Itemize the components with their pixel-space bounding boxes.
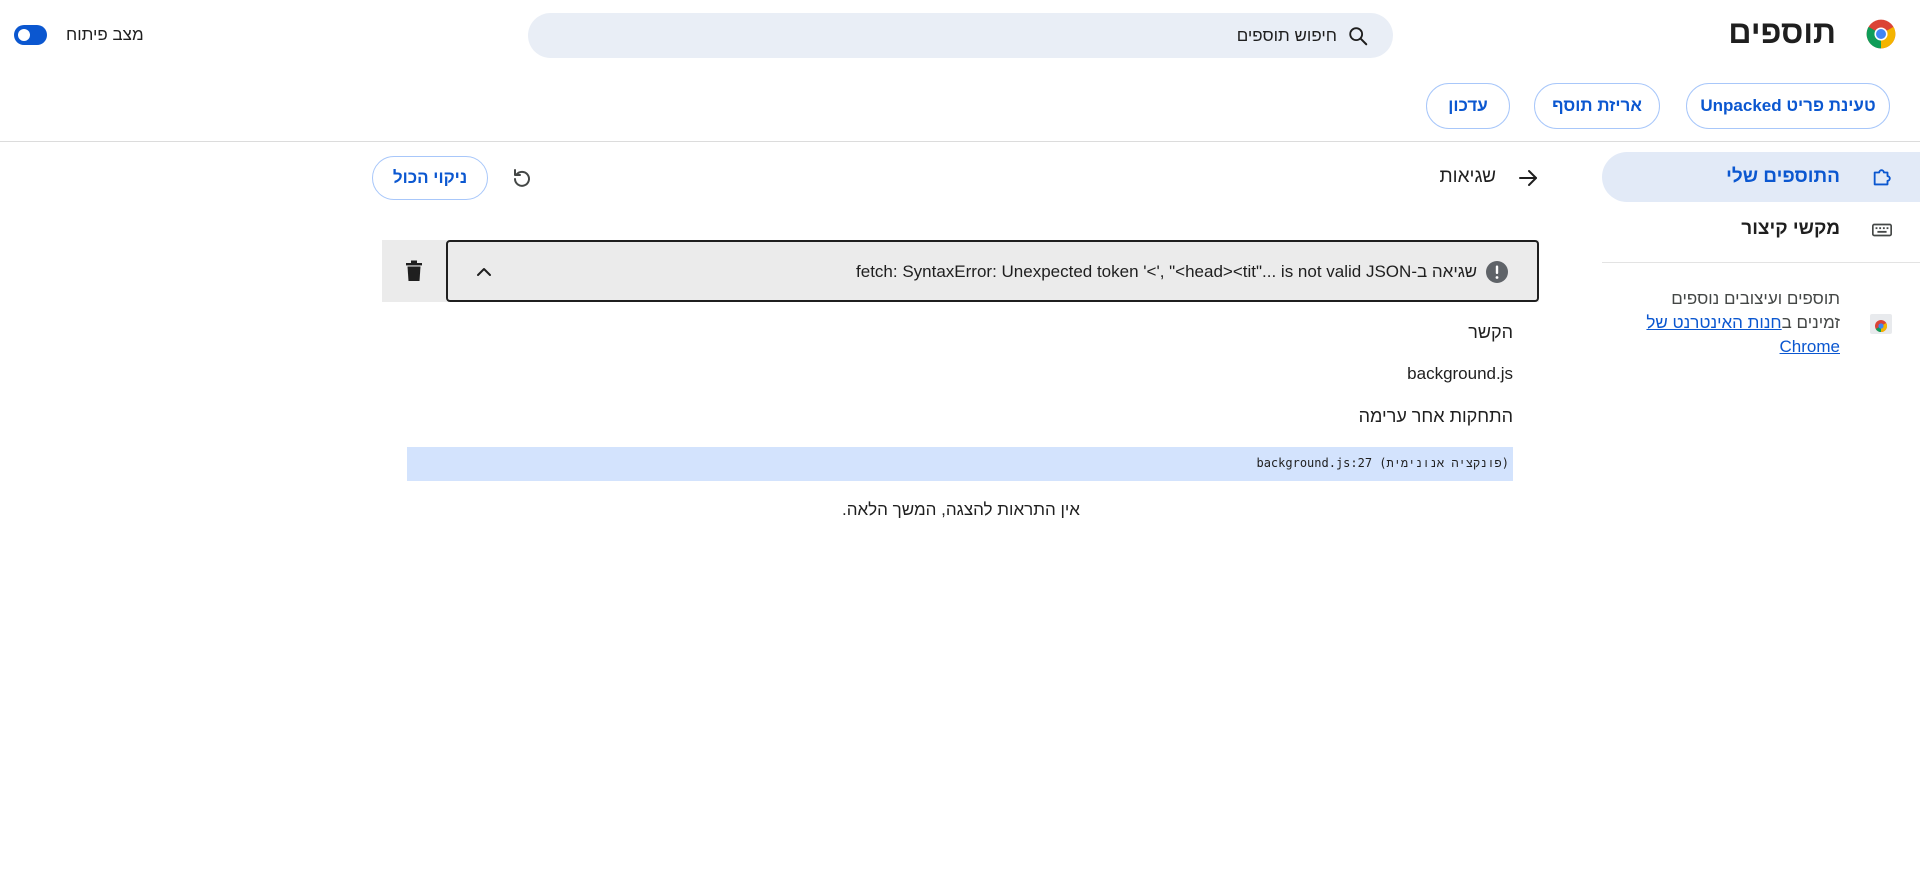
chrome-logo-icon	[1866, 19, 1896, 49]
extension-puzzle-icon	[1873, 169, 1891, 186]
chevron-up-icon[interactable]	[474, 262, 494, 282]
load-unpacked-button[interactable]: טעינת פריט Unpacked	[1686, 83, 1890, 129]
update-button[interactable]: עדכון	[1426, 83, 1510, 129]
sidebar-item-my-extensions[interactable]: התוספים שלי	[1602, 152, 1920, 202]
error-entry: שגיאה ב-fetch: SyntaxError: Unexpected t…	[382, 240, 1539, 302]
sidebar-item-label: מקשי קיצור	[1741, 218, 1840, 239]
search-icon[interactable]	[1347, 25, 1369, 47]
toggle-knob	[18, 29, 30, 41]
pack-extension-button[interactable]: אריזת תוסף	[1534, 83, 1660, 129]
context-value: background.js	[1407, 364, 1513, 383]
page-title: תוספים	[1728, 14, 1836, 50]
stack-frame-row[interactable]: background.js:27 (פונקציה אנונימית)	[407, 447, 1513, 481]
reload-icon[interactable]	[510, 166, 534, 190]
error-icon	[1486, 261, 1508, 283]
clear-all-button[interactable]: ניקוי הכול	[372, 156, 488, 200]
delete-error-button[interactable]	[382, 240, 446, 302]
section-title: שגיאות	[1439, 166, 1496, 187]
sidebar-divider	[1602, 262, 1920, 263]
developer-toolbar: טעינת פריט Unpacked אריזת תוסף עדכון	[0, 83, 1920, 129]
error-message: שגיאה ב-fetch: SyntaxError: Unexpected t…	[856, 262, 1477, 281]
chrome-web-store-icon	[1870, 314, 1892, 334]
dev-mode-label: מצב פיתוח	[66, 25, 144, 44]
context-label: הקשר	[1468, 322, 1513, 342]
stack-trace-label: התחקות אחר ערימה	[1358, 406, 1513, 426]
stack-frame-text: background.js:27 (פונקציה אנונימית)	[1256, 456, 1509, 470]
sidebar-item-shortcuts[interactable]: מקשי קיצור	[1602, 204, 1920, 254]
no-more-errors-text: אין התראות להצגה, המשך הלאה.	[842, 500, 1080, 519]
dev-mode-toggle[interactable]	[14, 25, 47, 45]
error-header[interactable]: שגיאה ב-fetch: SyntaxError: Unexpected t…	[446, 240, 1539, 302]
trash-icon	[406, 260, 422, 281]
back-arrow-icon[interactable]	[1516, 166, 1540, 190]
sidebar: התוספים שלי מקשי קיצור תוספים ועיצובים נ…	[1602, 142, 1920, 869]
search-input[interactable]	[577, 13, 1337, 58]
sidebar-item-label: התוספים שלי	[1726, 166, 1840, 187]
page-header: תוספים מצב פיתוח	[0, 0, 1920, 70]
keyboard-icon	[1872, 223, 1892, 237]
search-box[interactable]	[528, 13, 1393, 58]
web-store-promo: תוספים ועיצובים נוספים זמינים בחנות האינ…	[1640, 287, 1840, 359]
